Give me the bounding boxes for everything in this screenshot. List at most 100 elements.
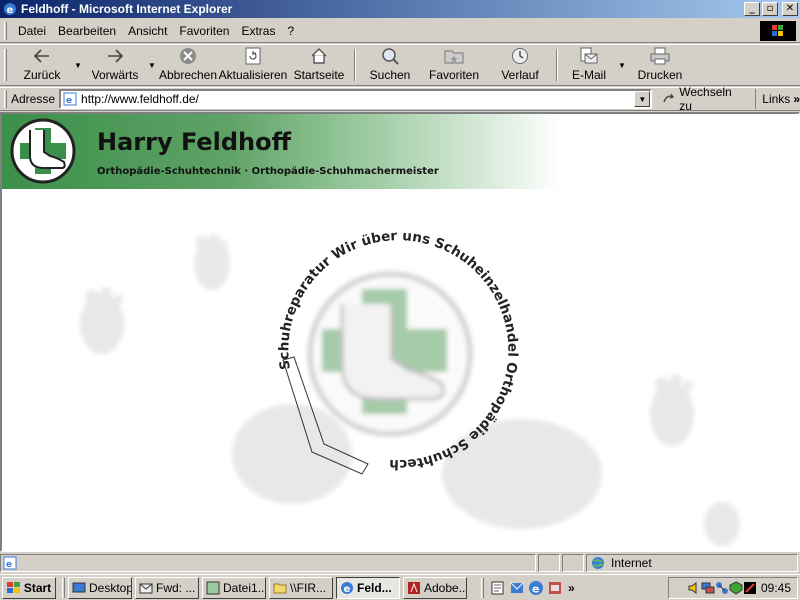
refresh-label: Aktualisieren [218,68,288,82]
task-desktop[interactable]: Desktop [68,576,132,599]
home-label: Startseite [293,68,345,82]
task-label: Feld... [357,580,392,595]
taskbar-grip [62,577,65,598]
svg-text:e: e [6,560,12,570]
quicklaunch-more-icon[interactable]: » [568,581,575,595]
back-label: Zurück [23,68,61,82]
outlook-icon[interactable] [509,580,525,596]
task-label: Desktop [89,580,132,595]
links-button[interactable]: Links » [755,89,800,109]
home-button[interactable]: Startseite [288,45,350,85]
close-button[interactable]: ✕ [782,2,798,16]
maximize-button[interactable]: ▫ [762,2,778,16]
task-feldhoff-browser[interactable]: e Feld... [336,576,400,599]
window-titlebar: e Feldhoff - Microsoft Internet Explorer… [0,0,800,18]
svg-text:e: e [66,96,72,106]
toolbar-grip[interactable] [4,49,7,81]
favorites-label: Favoriten [428,68,480,82]
internet-explorer-icon: e [341,581,353,595]
windows-flag-icon [6,581,20,593]
clock[interactable]: 09:45 [761,581,791,595]
refresh-icon [242,46,264,66]
refresh-button[interactable]: Aktualisieren [218,45,288,85]
menu-bar: Datei Bearbeiten Ansicht Favoriten Extra… [0,19,800,43]
image-file-icon [206,581,220,594]
window-title: Feldhoff - Microsoft Internet Explorer [21,2,233,16]
blurred-logo-emblem [307,271,473,437]
toolbar-separator [556,49,558,81]
app-quicklaunch-icon[interactable] [547,580,563,596]
status-security [562,554,584,572]
addressbar-grip[interactable] [4,90,7,108]
menu-bearbeiten[interactable]: Bearbeiten [52,24,122,38]
folder-icon [273,583,287,593]
status-zone: Internet [586,554,798,572]
menu-extras[interactable]: Extras [235,24,281,38]
go-label: Wechseln zu [679,85,732,113]
quick-launch: e » [478,577,575,598]
task-network-folder[interactable]: \\FIR... [269,576,333,599]
zone-label: Internet [611,556,652,570]
search-icon [379,46,401,66]
web-content: Harry Feldhoff Orthopädie-Schuhtechnik ·… [0,112,800,552]
back-arrow-icon [31,46,53,66]
task-label: \\FIR... [290,580,326,595]
history-button[interactable]: Verlauf [488,45,552,85]
forward-arrow-icon [104,46,126,66]
favorites-folder-icon [443,46,465,66]
menubar-grip[interactable] [4,21,7,40]
status-bar: e Internet [0,553,800,573]
menu-ansicht[interactable]: Ansicht [122,24,173,38]
stop-icon [177,46,199,66]
page-icon: e [63,92,77,106]
forward-label: Vorwärts [91,68,139,82]
antivirus-icon[interactable] [729,581,743,595]
back-dropdown-icon[interactable]: ▼ [72,45,84,85]
notepad-icon[interactable] [490,580,506,596]
address-dropdown-icon[interactable]: ▼ [634,91,651,107]
start-button[interactable]: Start [2,576,56,599]
search-button[interactable]: Suchen [360,45,420,85]
forward-dropdown-icon[interactable]: ▼ [146,45,158,85]
toolbar-separator [354,49,356,81]
menu-help[interactable]: ? [281,24,300,38]
stop-button[interactable]: Abbrechen [158,45,218,85]
task-label: Datei1... [223,580,266,595]
minimize-button[interactable]: _ [744,2,760,16]
task-datei1[interactable]: Datei1... [202,576,266,599]
mail-window-icon [139,583,153,593]
address-input[interactable]: e http://www.feldhoff.de/ ▼ [59,89,653,109]
mail-icon [578,46,600,66]
desktop-icon [72,582,86,592]
address-label: Adresse [11,92,56,106]
print-button[interactable]: Drucken [628,45,692,85]
go-button[interactable]: Wechseln zu [658,85,751,113]
favorites-button[interactable]: Favoriten [420,45,488,85]
menu-favoriten[interactable]: Favoriten [173,24,235,38]
menu-datei[interactable]: Datei [12,24,52,38]
taskbar: Start Desktop Fwd: ... Datei1... \\FIR..… [0,574,800,600]
start-label: Start [23,580,52,595]
address-bar: Adresse e http://www.feldhoff.de/ ▼ Wech… [0,85,800,113]
stop-label: Abbrechen [158,68,218,82]
back-button[interactable]: Zurück [12,45,72,85]
mail-dropdown-icon[interactable]: ▼ [616,45,628,85]
print-label: Drucken [637,68,683,82]
search-label: Suchen [369,68,411,82]
forward-button[interactable]: Vorwärts [84,45,146,85]
network-icon[interactable] [701,581,715,595]
task-adobe[interactable]: Adobe... [403,576,467,599]
status-main: e [0,554,536,572]
adobe-icon [408,581,420,594]
tray-app-icon[interactable] [743,581,757,595]
task-fwd-mail[interactable]: Fwd: ... [135,576,199,599]
volume-icon[interactable] [687,581,701,595]
mail-button[interactable]: E-Mail [562,45,616,85]
history-icon [509,46,531,66]
connection-icon[interactable] [715,581,729,595]
ie-quicklaunch-icon[interactable]: e [528,580,544,596]
window-controls: _ ▫ ✕ [744,2,798,16]
go-arrow-icon [663,93,675,103]
quicklaunch-grip [481,577,484,598]
task-label: Fwd: ... [156,580,196,595]
